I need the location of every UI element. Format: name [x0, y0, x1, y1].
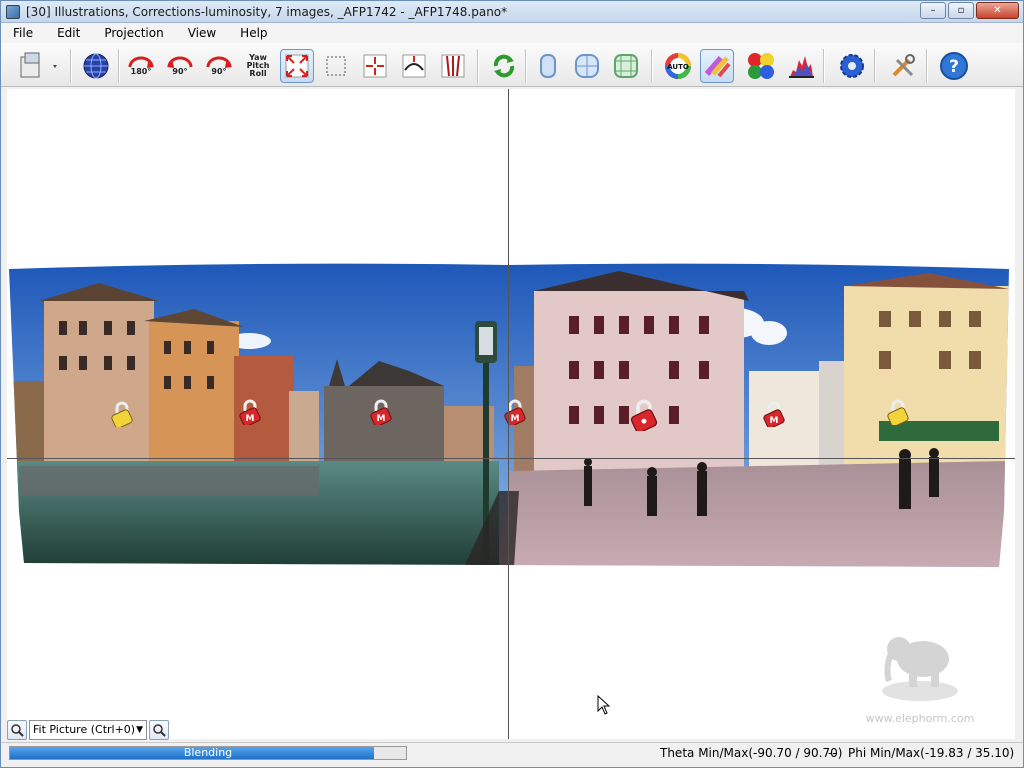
projection-sphere-icon	[575, 54, 599, 78]
projection-mesh-button[interactable]	[609, 49, 643, 83]
crop-button[interactable]	[319, 49, 353, 83]
help-button[interactable]: ?	[937, 49, 971, 83]
phi-readout: Phi Min/Max(-19.83 / 35.10)	[848, 746, 1015, 760]
zoom-in-button[interactable]	[149, 720, 169, 740]
window-controls: – ▫ ✕	[920, 2, 1019, 19]
blending-progress-bar: Blending	[9, 746, 407, 760]
zoom-level-select[interactable]: Fit Picture (Ctrl+0) ▼	[29, 720, 147, 740]
chevron-down-icon: ▼	[136, 725, 143, 735]
status-bar: Blending Theta Min/Max(-90.70 / 90.70) -…	[1, 742, 1023, 767]
maximize-button[interactable]: ▫	[948, 2, 974, 19]
auto-color-icon: AUTO	[665, 53, 691, 79]
vertical-lines-icon	[441, 54, 465, 78]
image-lock-m-icon[interactable]: M	[370, 399, 392, 425]
watermark-text: www.elephorm.com	[865, 712, 975, 725]
straighten-button[interactable]	[397, 49, 431, 83]
horizon-guide-line[interactable]	[7, 458, 1015, 459]
roll-label: Roll	[249, 69, 267, 78]
image-lock-yellow-icon[interactable]	[111, 401, 133, 427]
fit-full-icon	[285, 54, 309, 78]
rotate-cw-90-button[interactable]: 90°	[202, 49, 236, 83]
app-icon	[6, 4, 20, 19]
svg-text:M: M	[377, 414, 386, 424]
rotate-180-label: 180°	[130, 67, 152, 76]
auto-color-button[interactable]: AUTO	[661, 49, 695, 83]
file-open-icon	[20, 52, 57, 78]
refresh-button[interactable]	[487, 49, 521, 83]
svg-text:M: M	[511, 414, 520, 424]
menu-projection[interactable]: Projection	[92, 23, 175, 43]
yaw-pitch-roll-button[interactable]: Yaw Pitch Roll	[241, 49, 275, 83]
settings-gear-icon	[840, 54, 864, 78]
theta-readout: Theta Min/Max(-90.70 / 90.70)	[660, 746, 843, 760]
image-lock-yellow-icon[interactable]	[887, 399, 909, 425]
refresh-icon	[493, 54, 515, 78]
globe-button[interactable]	[79, 49, 113, 83]
title-bar: [30] Illustrations, Corrections-luminosi…	[1, 1, 1023, 23]
zoom-controls: Fit Picture (Ctrl+0) ▼	[7, 719, 169, 741]
color-blend-icon	[704, 56, 731, 78]
rotate-ccw-90-button[interactable]: 90°	[163, 49, 197, 83]
watermark: www.elephorm.com	[855, 619, 985, 725]
application-window: [30] Illustrations, Corrections-luminosi…	[0, 0, 1024, 768]
vertical-lines-button[interactable]	[436, 49, 470, 83]
magnifier-icon	[153, 724, 166, 737]
histogram-icon	[789, 56, 814, 78]
svg-text:M: M	[246, 414, 255, 424]
settings-gear-button[interactable]	[835, 49, 869, 83]
fit-full-button[interactable]	[280, 49, 314, 83]
toolbar: 180° 90° 90° Yaw Pitch Roll AUTO ?	[1, 43, 1023, 87]
panorama-canvas[interactable]: M M M M www.elephorm.com	[7, 89, 1015, 739]
status-separator: --	[828, 746, 837, 760]
zoom-level-value: Fit Picture (Ctrl+0)	[33, 723, 136, 736]
image-lock-red-selected-icon[interactable]	[629, 399, 659, 431]
menu-view[interactable]: View	[176, 23, 228, 43]
tools-button[interactable]	[886, 49, 920, 83]
svg-text:M: M	[770, 416, 779, 426]
image-lock-m-icon[interactable]: M	[239, 399, 261, 425]
projection-sphere-button[interactable]	[570, 49, 604, 83]
minimize-button[interactable]: –	[920, 2, 946, 19]
center-icon	[363, 54, 387, 78]
image-lock-m-icon[interactable]: M	[763, 401, 785, 427]
color-circles-icon	[748, 53, 774, 79]
rotate-ccw-90-label: 90°	[172, 67, 188, 76]
zoom-out-button[interactable]	[7, 720, 27, 740]
menu-file[interactable]: File	[1, 23, 45, 43]
globe-icon	[83, 53, 109, 79]
tools-icon	[892, 54, 915, 77]
progress-label: Blending	[183, 746, 233, 759]
menu-bar: File Edit Projection View Help	[1, 23, 1023, 43]
auto-label: AUTO	[667, 63, 689, 71]
straighten-icon	[402, 54, 426, 78]
rotate-180-button[interactable]: 180°	[124, 49, 158, 83]
help-icon: ?	[940, 52, 968, 80]
window-title: [30] Illustrations, Corrections-luminosi…	[26, 4, 508, 19]
projection-mesh-icon	[614, 54, 638, 78]
menu-edit[interactable]: Edit	[45, 23, 92, 43]
close-button[interactable]: ✕	[976, 2, 1019, 19]
projection-cylinder-icon	[540, 54, 556, 78]
color-blend-button[interactable]	[700, 49, 734, 83]
menu-help[interactable]: Help	[228, 23, 279, 43]
svg-text:?: ?	[949, 57, 959, 77]
histogram-button[interactable]	[784, 49, 818, 83]
crop-icon	[326, 56, 346, 76]
elephant-logo-icon	[882, 637, 958, 701]
magnifier-icon	[11, 724, 24, 737]
mouse-cursor-icon	[597, 695, 611, 715]
center-button[interactable]	[358, 49, 392, 83]
rotate-cw-90-label: 90°	[211, 67, 227, 76]
projection-cylinder-button[interactable]	[531, 49, 565, 83]
color-circles-button[interactable]	[744, 49, 778, 83]
vertical-guide-line[interactable]	[508, 89, 509, 739]
file-open-button[interactable]	[13, 49, 63, 83]
